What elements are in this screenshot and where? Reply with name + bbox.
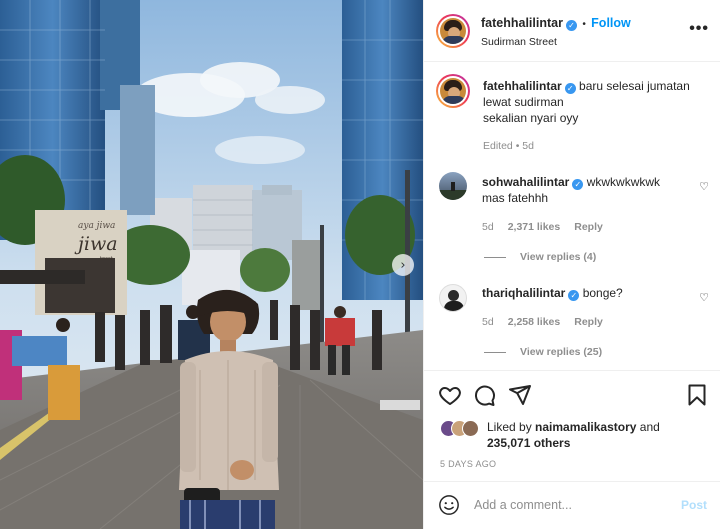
post-photo[interactable]: aya jiwa jiwa toast › [0,0,423,529]
comment-text-line-1: wkwkwkwkwk [586,175,661,189]
view-replies-label: View replies (25) [520,346,603,358]
share-icon[interactable] [508,383,532,407]
liker-avatars[interactable] [440,420,479,437]
liked-by-prefix: Liked by [487,420,532,434]
liker-avatar [462,420,479,437]
post-date[interactable]: 5 DAYS AGO [440,459,496,469]
comment-avatar[interactable] [439,284,467,312]
verified-icon: ✓ [564,83,576,94]
verified-icon: ✓ [568,290,580,301]
caption-line-3: sekalian nyari oyy [483,111,579,125]
author-line: fatehhalilintar ✓ • Follow [481,16,631,31]
next-photo-button[interactable]: › [392,254,414,276]
bookmark-icon[interactable] [685,383,709,407]
add-comment-bar: Post [424,481,720,529]
chevron-right-icon: › [400,257,406,273]
comment-avatar[interactable] [439,172,467,200]
view-replies-button[interactable]: View replies (4) [484,251,596,263]
emoji-icon[interactable] [438,494,460,516]
comment-input[interactable] [474,494,664,516]
comment-meta: 5d 2,258 likes Reply [482,316,603,328]
comment-text-line-1: bonge? [582,286,623,300]
shop-sign-small: aya jiwa [78,221,115,231]
comment-text-line-2: mas fatehhh [482,191,549,205]
more-options-icon[interactable]: ••• [689,20,709,38]
verified-icon: ✓ [572,179,584,190]
likes-count[interactable]: 235,071 others [487,436,570,450]
post-side-panel: fatehhalilintar ✓ • Follow Sudirman Stree… [423,0,720,529]
follow-button[interactable]: Follow [591,16,631,30]
comment-username[interactable]: thariqhalilintar [482,286,565,300]
comment-meta: 5d 2,371 likes Reply [482,221,603,233]
post-actions: Liked by naimamalikastory and 235,071 ot… [424,370,720,480]
caption-line-1: baru selesai jumatan [579,79,690,93]
comments-list[interactable]: fatehhalilintar ✓ baru selesai jumatan le… [424,62,720,370]
author-username[interactable]: fatehhalilintar [481,16,563,30]
author-avatar[interactable] [436,14,470,48]
comment-like-heart-icon[interactable]: ♡ [699,180,709,193]
comment-likes[interactable]: 2,371 likes [508,221,561,233]
comment-reply-button[interactable]: Reply [574,221,603,233]
replies-divider [484,256,506,258]
comment-likes[interactable]: 2,258 likes [508,316,561,328]
header-separator: • [582,19,586,30]
comment-like-heart-icon[interactable]: ♡ [699,291,709,304]
caption-line-2: lewat sudirman [483,95,564,109]
shop-sign-main: jiwa [74,233,118,255]
post-location[interactable]: Sudirman Street [481,36,557,48]
replies-divider [484,351,506,353]
view-replies-button[interactable]: View replies (25) [484,346,602,358]
post-comment-button[interactable]: Post [681,498,707,512]
heart-icon[interactable] [438,383,462,407]
comment-icon[interactable] [472,383,496,407]
shop-sign-sub: toast [100,256,113,262]
likes-summary: Liked by naimamalikastory and 235,071 ot… [440,419,660,451]
comment-username[interactable]: sohwahalilintar [482,175,569,189]
liked-by-and: and [639,420,660,434]
caption-username[interactable]: fatehhalilintar [483,79,562,93]
view-replies-label: View replies (4) [520,251,597,263]
comment-reply-button[interactable]: Reply [574,316,603,328]
post-header: fatehhalilintar ✓ • Follow Sudirman Stree… [424,0,720,62]
caption-meta: Edited • 5d [483,140,534,152]
verified-icon: ✓ [565,20,577,31]
liked-by-user[interactable]: naimamalikastory [535,420,636,434]
comment-age: 5d [482,221,494,233]
photo-scene: aya jiwa jiwa toast [0,0,423,529]
caption-avatar[interactable] [436,74,470,108]
comment-age: 5d [482,316,494,328]
